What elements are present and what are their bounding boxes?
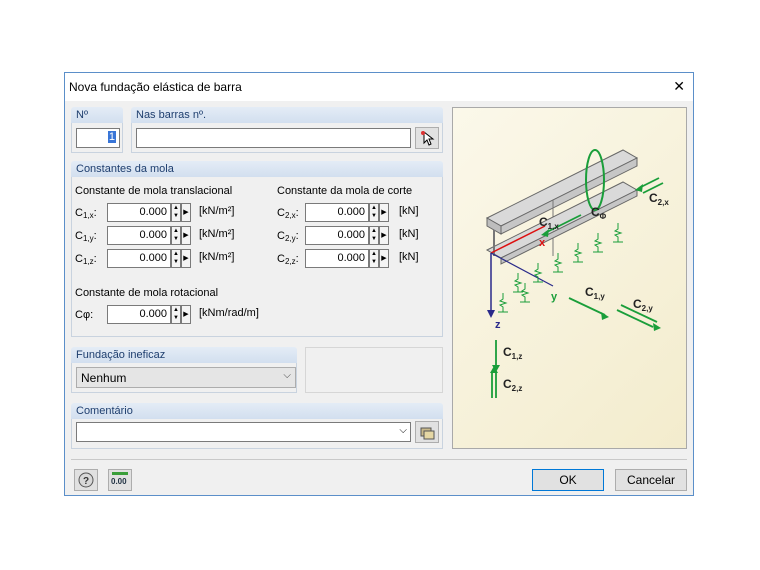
empty-panel (305, 347, 443, 393)
cancel-button[interactable]: Cancelar (615, 469, 687, 491)
z-axis-label: z (495, 319, 501, 331)
bars-group-header: Nas barras nº. (131, 107, 443, 123)
c1z-label: C1,z: (75, 253, 97, 266)
units-icon-text: 0.00 (111, 477, 127, 486)
c1x-menu-arrow[interactable]: ▶ (181, 203, 191, 222)
c2x-input[interactable]: 0.000 (305, 203, 369, 222)
help-icon: ? (78, 472, 94, 488)
translational-title: Constante de mola translacional (75, 185, 233, 197)
c1z-diagram-label: C1,z (503, 345, 522, 361)
c1x-spinner[interactable]: ▲ ▼ (171, 203, 181, 222)
help-button[interactable]: ? (74, 469, 98, 491)
c2z-label: C2,z: (277, 253, 299, 266)
c2y-label: C2,y: (277, 230, 299, 243)
cphi-label: Cφ: (75, 309, 94, 321)
library-icon (420, 427, 435, 440)
comment-input[interactable]: ⌵ (76, 422, 411, 442)
springs-title: Constantes da mola (76, 163, 174, 175)
c1z-menu-arrow[interactable]: ▶ (181, 249, 191, 268)
comment-library-button[interactable] (415, 421, 439, 443)
units-icon (112, 472, 128, 475)
c2x-menu-arrow[interactable]: ▶ (379, 203, 389, 222)
ineffective-select[interactable]: Nenhum ⌵ (76, 367, 296, 388)
c2x-label: C2,x: (277, 207, 299, 220)
no-value: 1 (107, 131, 116, 143)
no-input[interactable]: 1 (76, 128, 120, 148)
c2z-unit: [kN] (399, 251, 419, 263)
y-axis-label: y (551, 291, 558, 303)
springs-group-header: Constantes da mola (71, 161, 443, 177)
svg-text:?: ? (83, 476, 89, 487)
dialog-title: Nova fundação elástica de barra (69, 80, 242, 94)
bars-input[interactable] (136, 128, 411, 148)
c2z-menu-arrow[interactable]: ▶ (379, 249, 389, 268)
close-icon[interactable]: ✕ (673, 78, 685, 95)
shear-title: Constante da mola de corte (277, 185, 413, 197)
chevron-down-icon: ⌵ (283, 370, 291, 381)
comment-group-header: Comentário (71, 403, 443, 419)
rotational-title: Constante de mola rotacional (75, 287, 219, 299)
beam-diagram: C2,x C1,x CΦ C1,y C2,y C1,z C2,z x y z (485, 149, 669, 398)
cphi-input[interactable]: 0.000 (107, 305, 171, 324)
c2y-spinner[interactable]: ▲ ▼ (369, 226, 379, 245)
c2z-spinner[interactable]: ▲ ▼ (369, 249, 379, 268)
bars-label: Nas barras nº. (136, 109, 207, 121)
ineffective-group-header: Fundação ineficaz (71, 347, 297, 363)
c2x-unit: [kN] (399, 205, 419, 217)
c2z-input[interactable]: 0.000 (305, 249, 369, 268)
c1y-label: C1,y: (75, 230, 97, 243)
no-group-header: Nº (71, 107, 123, 123)
units-button[interactable]: 0.00 (108, 469, 132, 491)
cphi-unit: [kNm/rad/m] (199, 307, 259, 319)
c1x-input[interactable]: 0.000 (107, 203, 171, 222)
comment-title: Comentário (76, 405, 133, 417)
c2y-input[interactable]: 0.000 (305, 226, 369, 245)
c2z-diagram-label: C2,z (503, 377, 522, 393)
c1y-unit: [kN/m²] (199, 228, 235, 240)
c1y-diagram-label: C1,y (585, 285, 605, 301)
pick-cursor-icon (421, 130, 435, 146)
c1z-spinner[interactable]: ▲ ▼ (171, 249, 181, 268)
dialog: Nova fundação elástica de barra ✕ Nº 1 N… (64, 72, 694, 496)
c2x-diagram-label: C2,x (649, 191, 669, 207)
c1x-unit: [kN/m²] (199, 205, 235, 217)
c2y-diagram-label: C2,y (633, 297, 653, 313)
c1y-input[interactable]: 0.000 (107, 226, 171, 245)
ineffective-value: Nenhum (81, 371, 127, 385)
c2y-menu-arrow[interactable]: ▶ (379, 226, 389, 245)
footer-separator (71, 459, 687, 460)
preview-diagram: C2,x C1,x CΦ C1,y C2,y C1,z C2,z x y z (452, 107, 687, 449)
c2x-spinner[interactable]: ▲ ▼ (369, 203, 379, 222)
cphi-spinner[interactable]: ▲ ▼ (171, 305, 181, 324)
c1x-label: C1,x: (75, 207, 97, 220)
ineffective-title: Fundação ineficaz (76, 349, 166, 361)
c1z-input[interactable]: 0.000 (107, 249, 171, 268)
cphi-menu-arrow[interactable]: ▶ (181, 305, 191, 324)
c1y-menu-arrow[interactable]: ▶ (181, 226, 191, 245)
c2y-unit: [kN] (399, 228, 419, 240)
ok-button[interactable]: OK (532, 469, 604, 491)
title-bar: Nova fundação elástica de barra ✕ (65, 73, 693, 101)
chevron-down-icon[interactable]: ⌵ (399, 425, 407, 436)
x-axis-label: x (539, 237, 546, 249)
no-label: Nº (76, 109, 88, 121)
c1y-spinner[interactable]: ▲ ▼ (171, 226, 181, 245)
c1z-unit: [kN/m²] (199, 251, 235, 263)
select-bars-button[interactable] (415, 127, 439, 149)
